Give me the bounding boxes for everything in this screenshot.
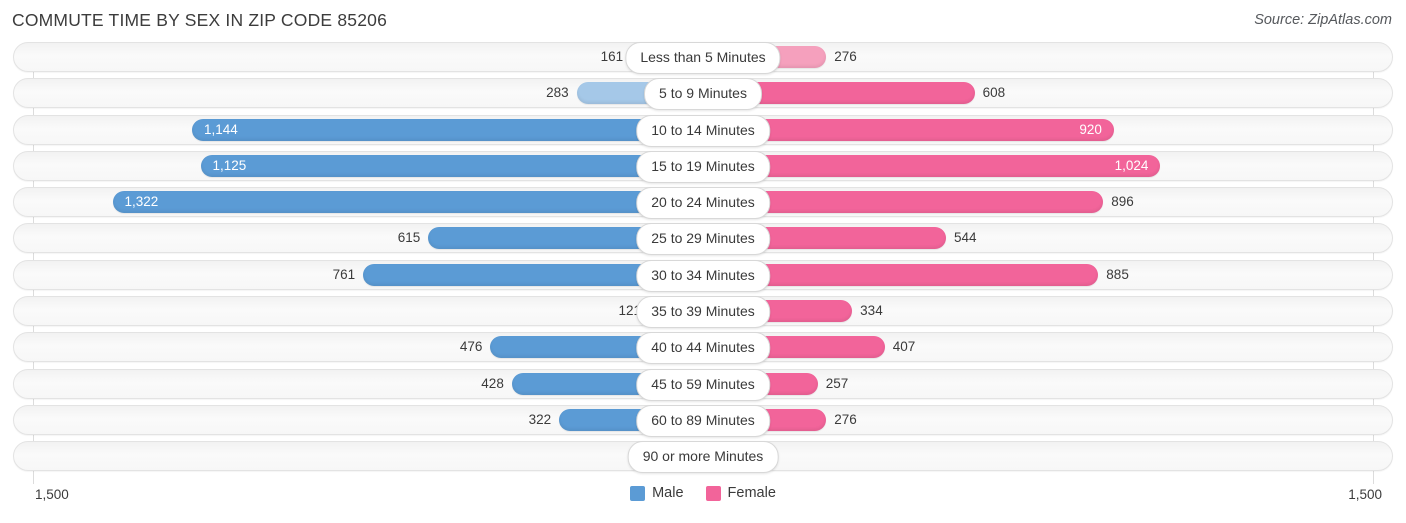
chart-rows: 161 276 Less than 5 Minutes 283 608 5 to 9 Mi… (0, 40, 1406, 476)
bar-value-male: 476 (459, 339, 483, 355)
chart-row: 1,144 920 10 to 14 Minutes (0, 113, 1406, 149)
category-label-pill[interactable]: 30 to 34 Minutes (636, 259, 770, 292)
category-label-pill[interactable]: 10 to 14 Minutes (636, 114, 770, 147)
bar-value-male: 761 (332, 266, 356, 282)
category-label-pill[interactable]: 40 to 44 Minutes (636, 332, 770, 365)
bar-value-male: 322 (528, 411, 552, 427)
bar-value-male: 1,322 (124, 194, 159, 210)
chart-legend: Male Female (0, 485, 1406, 501)
legend-label-female: Female (727, 485, 776, 501)
bar-value-female: 257 (825, 375, 849, 391)
bar-value-female: 608 (982, 85, 1006, 101)
bar-value-female: 334 (860, 303, 883, 319)
category-label-pill[interactable]: 20 to 24 Minutes (636, 187, 770, 220)
bar-value-female: 1,024 (1114, 157, 1149, 173)
category-label-pill[interactable]: 5 to 9 Minutes (644, 78, 762, 111)
bar-value-male: 615 (397, 230, 421, 246)
bar-value-female: 896 (1111, 194, 1134, 210)
chart-header: COMMUTE TIME BY SEX IN ZIP CODE 85206 So… (0, 0, 1406, 40)
category-label-pill[interactable]: 15 to 19 Minutes (636, 150, 770, 183)
source-attribution: Source: ZipAtlas.com (1254, 12, 1392, 28)
chart-row: 161 276 Less than 5 Minutes (0, 40, 1406, 76)
chart-row: 428 257 45 to 59 Minutes (0, 367, 1406, 403)
bar-male[interactable] (192, 118, 703, 141)
legend-item-male[interactable]: Male (630, 485, 684, 501)
bar-value-female: 407 (892, 339, 916, 355)
bar-value-male: 283 (546, 85, 569, 101)
legend-swatch-male-icon (630, 485, 646, 501)
category-label-pill[interactable]: 35 to 39 Minutes (636, 296, 770, 329)
chart-footer: 1,500 1,500 Male Female (0, 483, 1406, 523)
bar-value-female: 885 (1106, 266, 1129, 282)
bar-value-female: 544 (953, 230, 977, 246)
category-label-pill[interactable]: 25 to 29 Minutes (636, 223, 770, 256)
chart-row: 683490 or more Minutes (0, 439, 1406, 475)
bar-female[interactable] (703, 154, 1161, 177)
chart-row: 615 544 25 to 29 Minutes (0, 221, 1406, 257)
bar-value-female: 920 (1079, 121, 1102, 137)
bar-value-male: 1,125 (212, 157, 247, 173)
legend-label-male: Male (652, 485, 684, 501)
category-label-pill[interactable]: Less than 5 Minutes (625, 42, 781, 74)
chart-plot-area: 161 276 Less than 5 Minutes 283 608 5 to 9 Mi… (0, 40, 1406, 484)
chart-row: 322 276 60 to 89 Minutes (0, 403, 1406, 439)
category-label-pill[interactable]: 60 to 89 Minutes (636, 404, 770, 437)
page-title: COMMUTE TIME BY SEX IN ZIP CODE 85206 (12, 10, 388, 30)
category-label-pill[interactable]: 90 or more Minutes (627, 441, 779, 474)
chart-row: 1,322 896 20 to 24 Minutes (0, 185, 1406, 221)
bar-value-male: 428 (481, 375, 504, 391)
chart-row: 121 334 35 to 39 Minutes (0, 294, 1406, 330)
legend-item-female[interactable]: Female (705, 485, 776, 501)
chart-row: 476 407 40 to 44 Minutes (0, 330, 1406, 366)
bar-value-female: 276 (834, 411, 857, 427)
bar-value-male: 1,144 (204, 121, 238, 137)
bar-male[interactable] (112, 191, 703, 214)
category-label-pill[interactable]: 45 to 59 Minutes (636, 368, 770, 401)
bar-value-male: 161 (600, 49, 624, 64)
chart-row: 283 608 5 to 9 Minutes (0, 76, 1406, 112)
bar-male[interactable] (200, 154, 703, 177)
chart-row: 1,125 1,024 15 to 19 Minutes (0, 149, 1406, 185)
chart-row: 761 885 30 to 34 Minutes (0, 258, 1406, 294)
bar-value-female: 276 (834, 49, 857, 64)
legend-swatch-female-icon (705, 485, 721, 501)
